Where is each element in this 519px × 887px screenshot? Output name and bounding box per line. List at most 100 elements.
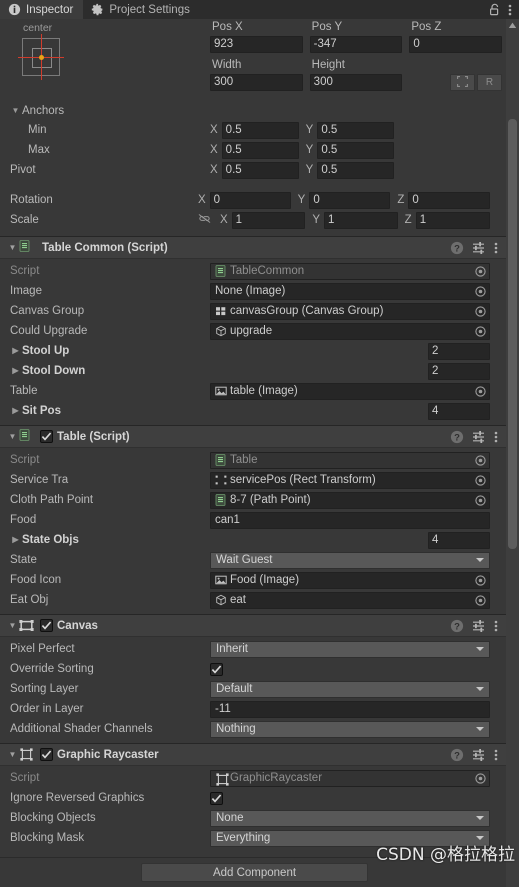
component-enabled-checkbox[interactable]: [40, 430, 53, 443]
width-input[interactable]: 300: [210, 74, 303, 91]
pos-y-input[interactable]: -347: [309, 36, 403, 53]
preset-icon[interactable]: [472, 430, 486, 444]
help-icon[interactable]: ?: [450, 619, 464, 633]
dropdown-select[interactable]: None: [210, 809, 490, 827]
text-input[interactable]: -11: [210, 700, 490, 718]
anchor-min-x-input[interactable]: 0.5: [221, 121, 299, 139]
component-enabled-checkbox[interactable]: [40, 619, 53, 632]
array-size-input[interactable]: 4: [428, 402, 490, 420]
array-size-input[interactable]: 2: [428, 342, 490, 360]
object-field[interactable]: None (Image): [210, 282, 490, 300]
chevron-down-icon[interactable]: ▼: [6, 243, 19, 252]
dropdown-select[interactable]: Nothing: [210, 720, 490, 738]
tab-project-settings[interactable]: Project Settings: [83, 0, 200, 19]
chevron-down-icon[interactable]: ▼: [6, 432, 19, 441]
object-field[interactable]: table (Image): [210, 382, 490, 400]
raw-edit-mode-button[interactable]: R: [477, 74, 503, 91]
scale-y-input[interactable]: 1: [324, 211, 398, 229]
component-header[interactable]: ▼ Graphic Raycaster ?: [0, 744, 506, 766]
object-field[interactable]: servicePos (Rect Transform): [210, 471, 490, 489]
kebab-menu-icon[interactable]: [494, 619, 498, 633]
image-icon: [215, 385, 227, 397]
chevron-right-icon[interactable]: ▶: [10, 346, 21, 355]
object-picker-icon[interactable]: [474, 574, 487, 587]
object-picker-icon[interactable]: [474, 474, 487, 487]
object-field[interactable]: Food (Image): [210, 571, 490, 589]
anchor-preset-widget[interactable]: [18, 34, 64, 80]
dropdown-select[interactable]: Inherit: [210, 640, 490, 658]
anchor-min-y-input[interactable]: 0.5: [317, 121, 395, 139]
dropdown-select[interactable]: Wait Guest: [210, 551, 490, 569]
object-field[interactable]: eat: [210, 591, 490, 609]
kebab-menu-icon[interactable]: [494, 748, 498, 762]
object-picker-icon[interactable]: [474, 325, 487, 338]
vertical-scrollbar[interactable]: [506, 19, 519, 887]
pivot-x-input[interactable]: 0.5: [221, 161, 299, 179]
text-input[interactable]: can1: [210, 511, 490, 529]
component-enabled-checkbox[interactable]: [40, 748, 53, 761]
object-picker-icon[interactable]: [474, 385, 487, 398]
scale-x-input[interactable]: 1: [231, 211, 306, 229]
pos-x-input[interactable]: 923: [210, 36, 303, 53]
object-picker-icon[interactable]: [474, 594, 487, 607]
object-field-wrap: table (Image): [210, 382, 490, 400]
anchors-foldout[interactable]: ▼ Anchors: [0, 102, 506, 120]
rotation-y-input[interactable]: 0: [309, 191, 391, 209]
pivot-y-input[interactable]: 0.5: [317, 161, 395, 179]
blueprint-mode-button[interactable]: [450, 74, 476, 91]
add-component-button[interactable]: Add Component: [141, 863, 368, 882]
anchor-max-x-input[interactable]: 0.5: [221, 141, 299, 159]
kebab-menu-icon[interactable]: [494, 241, 498, 255]
component-header[interactable]: ▼ Table (Script) ?: [0, 426, 506, 448]
object-field[interactable]: 8-7 (Path Point): [210, 491, 490, 509]
array-size-input[interactable]: 2: [428, 362, 490, 380]
object-picker-icon[interactable]: [474, 772, 487, 785]
checkbox[interactable]: [210, 662, 223, 676]
object-picker-icon[interactable]: [474, 285, 487, 298]
kebab-menu-icon[interactable]: [494, 430, 498, 444]
help-icon[interactable]: ?: [450, 241, 464, 255]
checkbox[interactable]: [210, 791, 223, 805]
anchor-max-y-input[interactable]: 0.5: [317, 141, 395, 159]
scale-z-input[interactable]: 1: [415, 211, 490, 229]
lock-open-icon[interactable]: [489, 3, 501, 16]
tab-inspector[interactable]: Inspector: [0, 0, 84, 19]
chevron-right-icon[interactable]: ▶: [10, 406, 21, 415]
pos-y-label: Pos Y: [311, 21, 343, 33]
help-icon[interactable]: ?: [450, 748, 464, 762]
preset-icon[interactable]: [472, 241, 486, 255]
object-field[interactable]: canvasGroup (Canvas Group): [210, 302, 490, 320]
object-field[interactable]: upgrade: [210, 322, 490, 340]
object-picker-icon[interactable]: [474, 454, 487, 467]
object-picker-icon[interactable]: [474, 305, 487, 318]
chevron-down-icon[interactable]: ▼: [6, 621, 19, 630]
component-header[interactable]: ▼ Table Common (Script) ?: [0, 237, 506, 259]
property-label: Ignore Reversed Graphics: [10, 792, 145, 804]
component-header[interactable]: ▼ Canvas ?: [0, 615, 506, 637]
height-input[interactable]: 300: [309, 74, 403, 91]
chevron-down-icon[interactable]: ▼: [6, 750, 19, 759]
kebab-menu-icon[interactable]: [508, 3, 512, 17]
rotation-z-input[interactable]: 0: [408, 191, 491, 209]
check-icon: [211, 793, 222, 804]
chevron-right-icon[interactable]: ▶: [10, 535, 21, 544]
dropdown-select[interactable]: Default: [210, 680, 490, 698]
help-icon[interactable]: ?: [450, 430, 464, 444]
object-picker-icon[interactable]: [474, 494, 487, 507]
info-icon: [8, 3, 21, 16]
components-list: ▼ Table Common (Script) ? Script TableCo…: [0, 236, 506, 852]
pos-z-input[interactable]: 0: [409, 36, 503, 53]
rotation-row: Rotation X 0 Y 0 Z 0: [0, 190, 506, 210]
rotation-y-label: Y: [297, 194, 306, 206]
preset-icon[interactable]: [472, 619, 486, 633]
preset-icon[interactable]: [472, 748, 486, 762]
chevron-right-icon[interactable]: ▶: [10, 366, 21, 375]
text-field-wrap: -11: [210, 700, 490, 718]
rotation-x-input[interactable]: 0: [209, 191, 291, 209]
property-row: Script GraphicRaycaster: [0, 768, 506, 788]
object-picker-icon[interactable]: [474, 265, 487, 278]
scrollbar-thumb[interactable]: [508, 119, 517, 549]
link-broken-icon[interactable]: [198, 213, 211, 227]
scroll-up-arrow-icon[interactable]: [506, 19, 519, 32]
array-size-input[interactable]: 4: [428, 531, 490, 549]
